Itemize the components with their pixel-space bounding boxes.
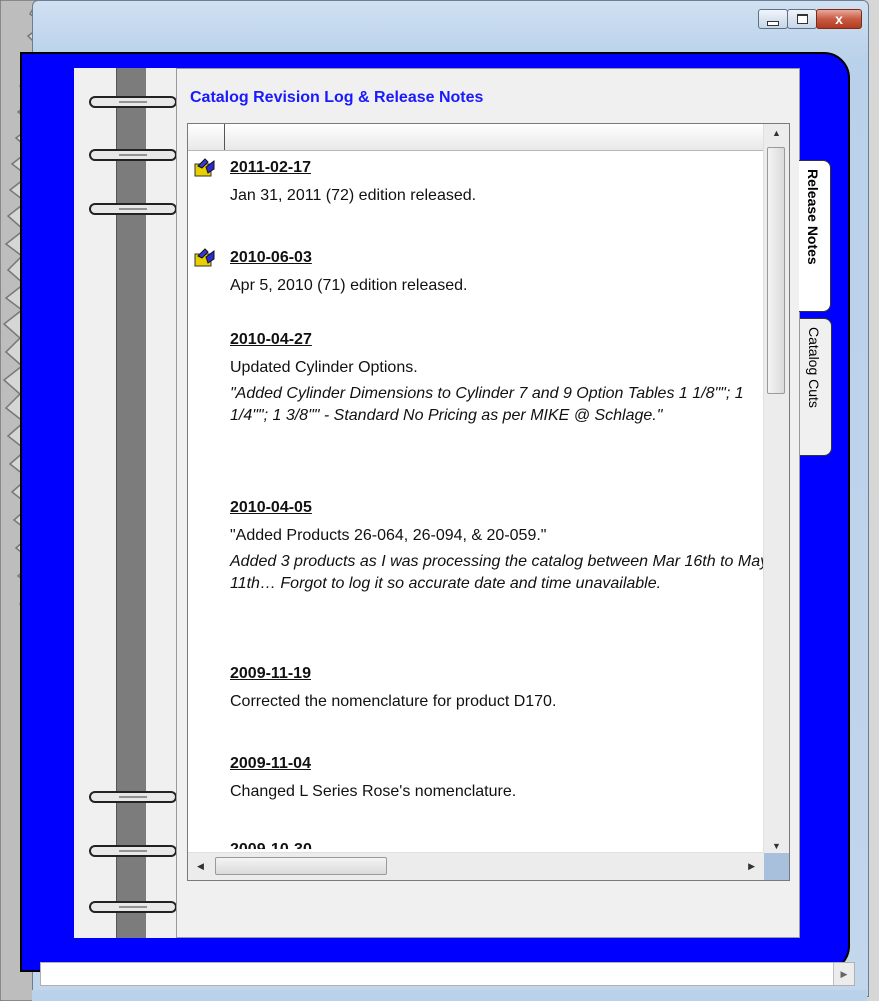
horizontal-scrollbar[interactable]: ◀ ▶ xyxy=(188,852,764,880)
release-folder-icon xyxy=(194,158,215,177)
minimize-icon xyxy=(767,20,779,26)
entry-text: Jan 31, 2011 (72) edition released. xyxy=(230,187,477,204)
close-icon: x xyxy=(835,11,843,27)
binder-inner-page xyxy=(146,68,178,938)
list-content: 2011-02-17 Jan 31, 2011 (72) edition rel… xyxy=(188,151,764,849)
release-folder-icon xyxy=(194,248,215,267)
tab-release-notes-label: Release Notes xyxy=(805,169,821,265)
entry-date: 2009-11-04 xyxy=(230,755,311,772)
entry-text: "Added Products 26-064, 26-094, & 20-059… xyxy=(230,527,547,544)
list-item[interactable]: 2009-11-19 Corrected the nomenclature fo… xyxy=(230,665,764,711)
binder-ring-icon xyxy=(89,845,177,857)
binder-ring-icon xyxy=(89,149,177,161)
notes-page: Catalog Revision Log & Release Notes 201… xyxy=(176,68,800,938)
column-header[interactable] xyxy=(188,124,764,151)
tab-release-notes[interactable]: Release Notes xyxy=(799,160,831,312)
entry-text: Apr 5, 2010 (71) edition released. xyxy=(230,277,468,294)
list-item[interactable]: 2009-10-30 xyxy=(230,841,764,849)
list-item[interactable]: 2010-04-05 "Added Products 26-064, 26-09… xyxy=(230,499,764,595)
status-bar: ▶ xyxy=(40,962,855,986)
entry-date: 2010-04-05 xyxy=(230,499,312,516)
entry-date: 2011-02-17 xyxy=(230,159,311,176)
page-title: Catalog Revision Log & Release Notes xyxy=(190,89,484,106)
vertical-scrollbar[interactable]: ▲ ▼ xyxy=(763,124,789,855)
entry-text: Changed L Series Rose's nomenclature. xyxy=(230,783,517,800)
entry-date: 2010-04-27 xyxy=(230,331,312,348)
tab-catalog-cuts[interactable]: Catalog Cuts xyxy=(800,318,832,456)
scrollbar-corner xyxy=(764,853,789,880)
binder-ring-icon xyxy=(89,203,177,215)
vertical-scroll-thumb[interactable] xyxy=(767,147,785,394)
status-scroll-right-icon[interactable]: ▶ xyxy=(833,963,854,985)
scroll-down-icon[interactable]: ▼ xyxy=(772,841,781,851)
entry-date: 2009-11-19 xyxy=(230,665,311,682)
entry-date: 2010-06-03 xyxy=(230,249,312,266)
minimize-button[interactable] xyxy=(758,9,788,29)
caption-buttons: x xyxy=(758,9,862,29)
tab-catalog-cuts-label: Catalog Cuts xyxy=(806,327,822,408)
entry-note: Added 3 products as I was processing the… xyxy=(230,553,764,592)
binder-ring-icon xyxy=(89,901,177,913)
binder-ring-icon xyxy=(89,96,177,108)
list-item[interactable]: 2009-11-04 Changed L Series Rose's nomen… xyxy=(230,755,764,801)
window-bottom-border xyxy=(32,990,867,1001)
entry-date: 2009-10-30 xyxy=(230,841,764,849)
list-item[interactable]: 2010-06-03 Apr 5, 2010 (71) edition rele… xyxy=(194,248,764,295)
entry-text: Corrected the nomenclature for product D… xyxy=(230,693,557,710)
maximize-icon xyxy=(796,14,808,24)
binder-spine xyxy=(116,68,148,938)
horizontal-scroll-thumb[interactable] xyxy=(215,857,387,875)
scroll-left-icon[interactable]: ◀ xyxy=(197,861,204,872)
entry-note: "Added Cylinder Dimensions to Cylinder 7… xyxy=(230,385,744,424)
close-button[interactable]: x xyxy=(816,9,862,29)
scroll-up-icon[interactable]: ▲ xyxy=(772,128,781,138)
binder-ring-icon xyxy=(89,791,177,803)
list-item[interactable]: 2010-04-27 Updated Cylinder Options. "Ad… xyxy=(230,331,764,427)
scroll-right-icon[interactable]: ▶ xyxy=(748,861,755,872)
column-separator[interactable] xyxy=(224,124,225,150)
release-notes-list[interactable]: 2011-02-17 Jan 31, 2011 (72) edition rel… xyxy=(187,123,790,881)
maximize-button[interactable] xyxy=(787,9,817,29)
list-item[interactable]: 2011-02-17 Jan 31, 2011 (72) edition rel… xyxy=(194,158,764,205)
binder-left-page xyxy=(74,68,116,938)
entry-text: Updated Cylinder Options. xyxy=(230,359,418,376)
